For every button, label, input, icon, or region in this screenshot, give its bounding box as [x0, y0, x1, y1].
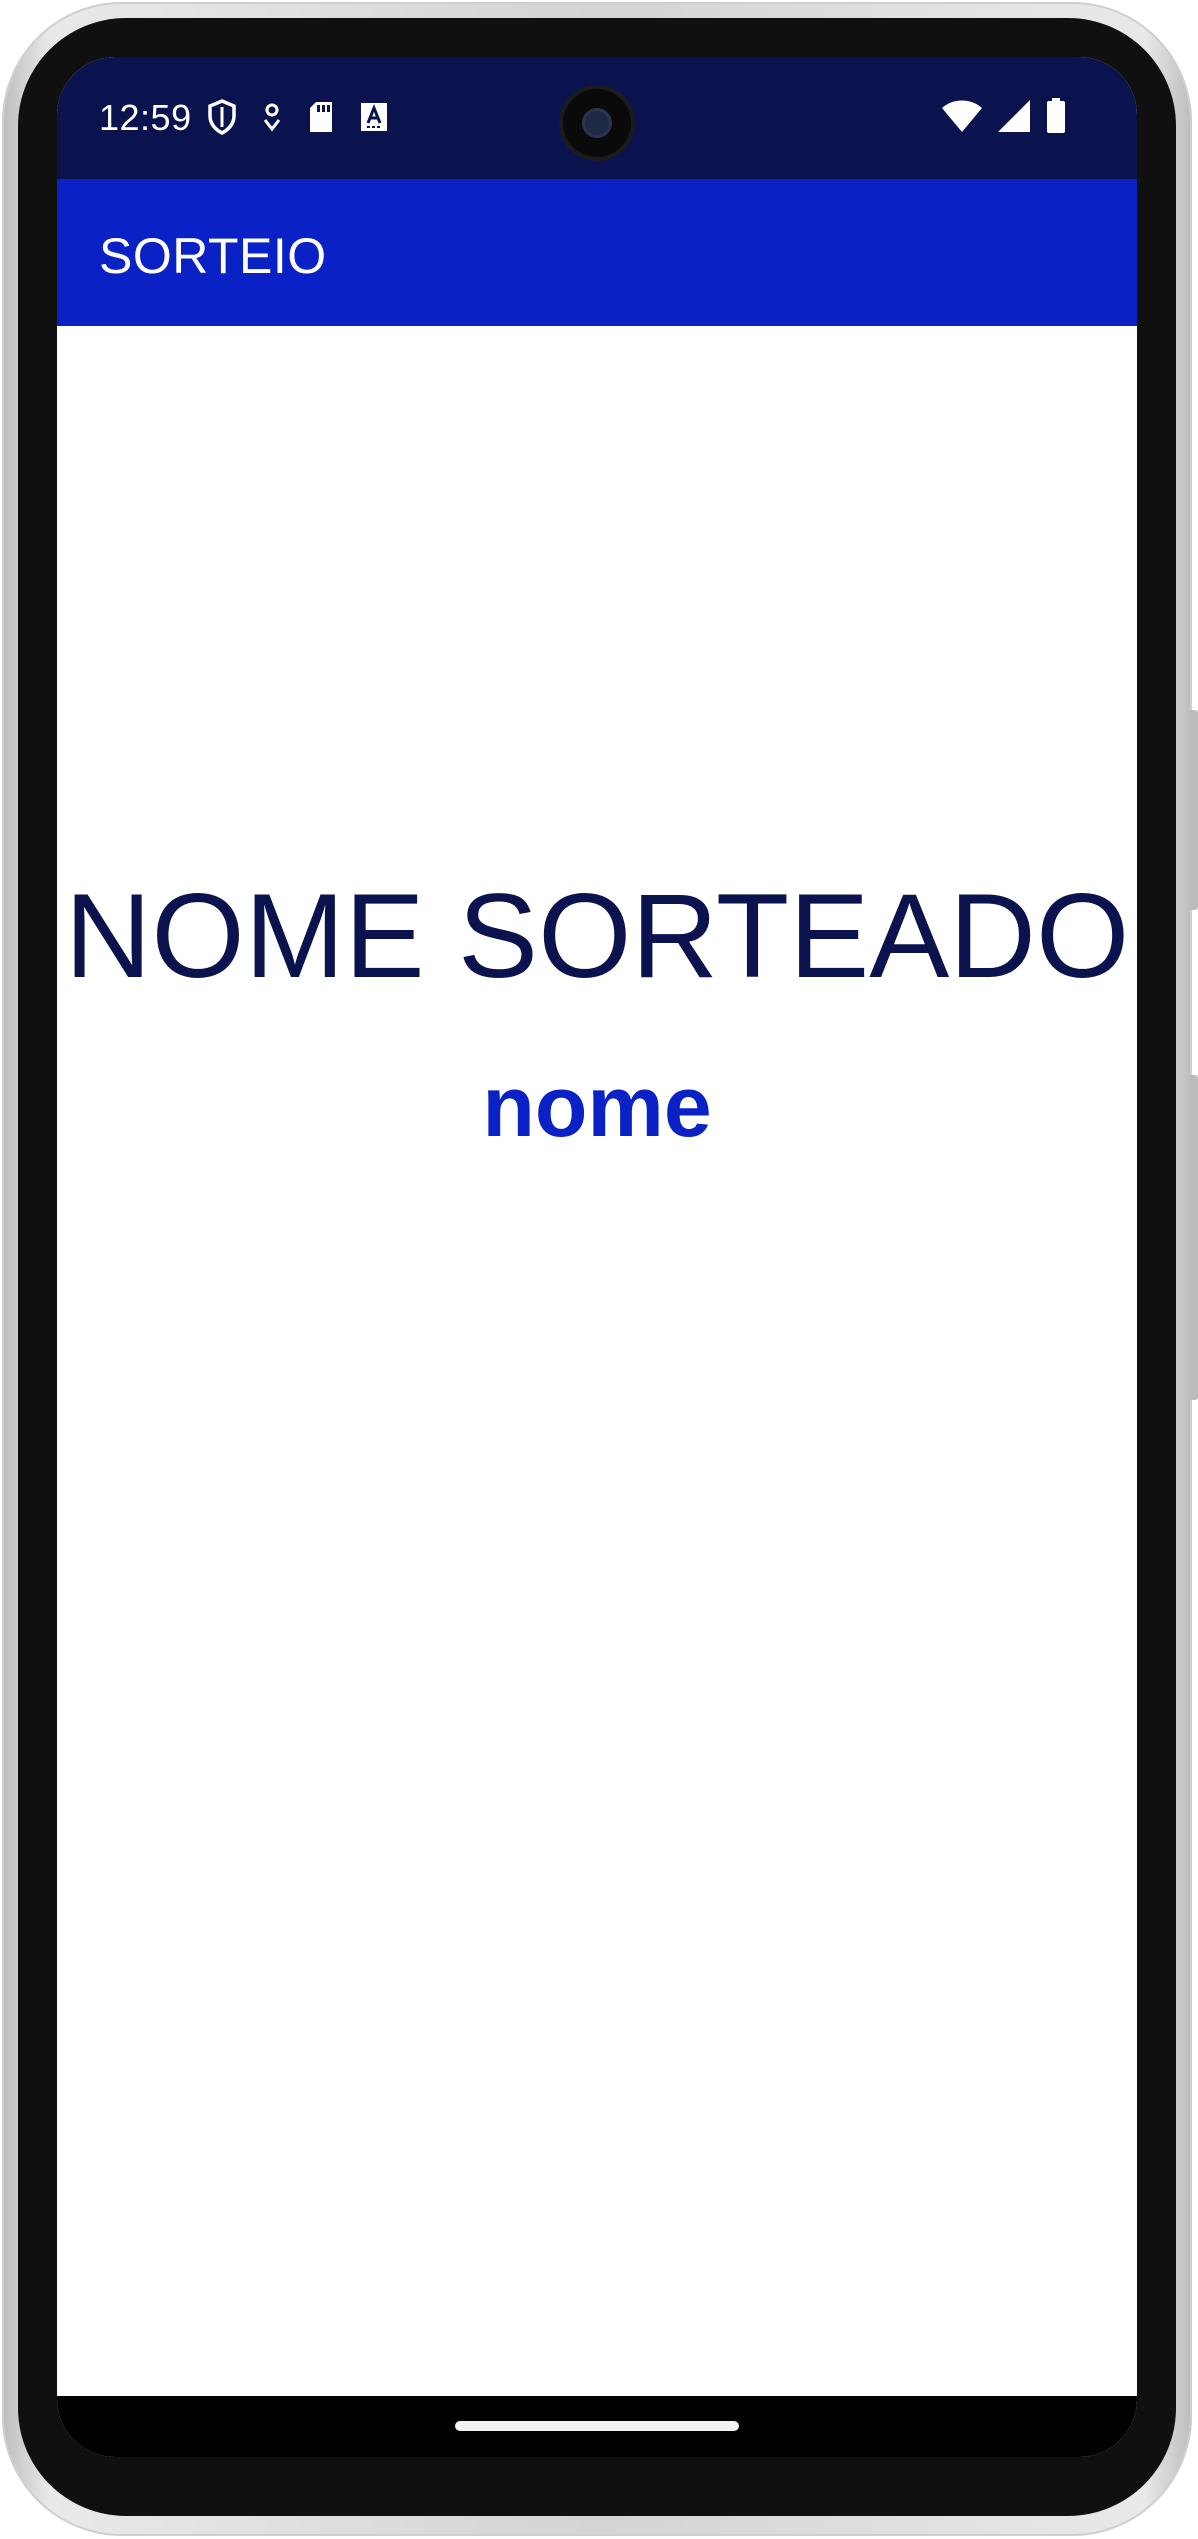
app-bar: SORTEIO: [57, 179, 1137, 326]
sd-card-icon: [307, 100, 335, 134]
home-gesture-handle[interactable]: [455, 2421, 739, 2431]
navigation-bar: [57, 2396, 1137, 2457]
cellular-signal-icon: [997, 99, 1031, 138]
volume-button: [1190, 1075, 1198, 1400]
wifi-icon: [941, 99, 983, 138]
battery-icon: [1045, 97, 1067, 139]
status-icons-right: [941, 97, 1067, 139]
power-button: [1190, 710, 1198, 910]
status-bar: 12:59: [57, 57, 1137, 179]
main-content: NOME SORTEADO nome: [57, 326, 1137, 2396]
font-a-icon: [359, 101, 389, 133]
drawn-name-text: nome: [482, 1059, 712, 1155]
front-camera: [563, 89, 631, 157]
status-time: 12:59: [99, 97, 192, 138]
status-icons-left: [207, 97, 389, 137]
app-title: SORTEIO: [99, 228, 327, 284]
phone-device: 12:59 SORTEIO NOME SORTEADO nome: [0, 0, 1198, 2539]
screen: 12:59 SORTEIO NOME SORTEADO nome: [57, 57, 1137, 2457]
heading-nome-sorteado: NOME SORTEADO: [64, 869, 1130, 1003]
location-pin-icon: [261, 102, 283, 132]
shield-icon: [207, 99, 237, 135]
